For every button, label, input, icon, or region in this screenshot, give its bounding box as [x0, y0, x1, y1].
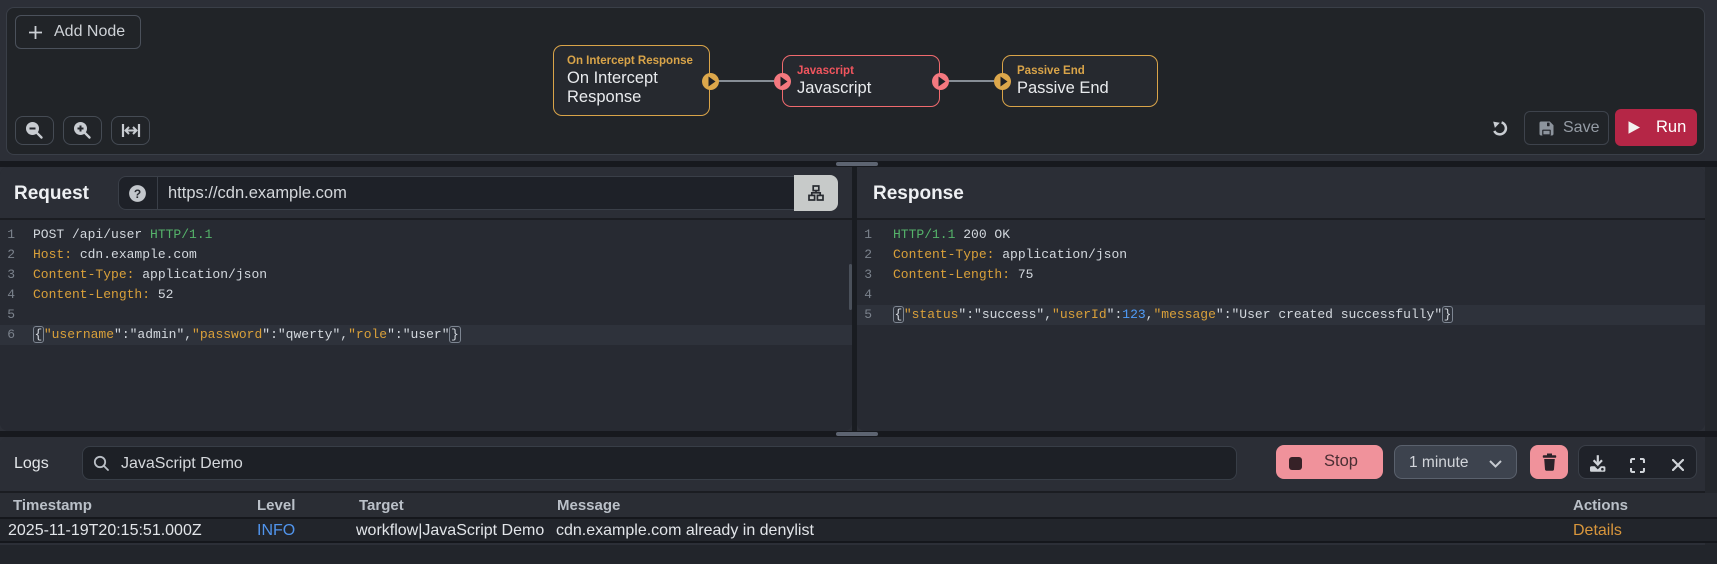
svg-text:?: ? [134, 186, 141, 200]
